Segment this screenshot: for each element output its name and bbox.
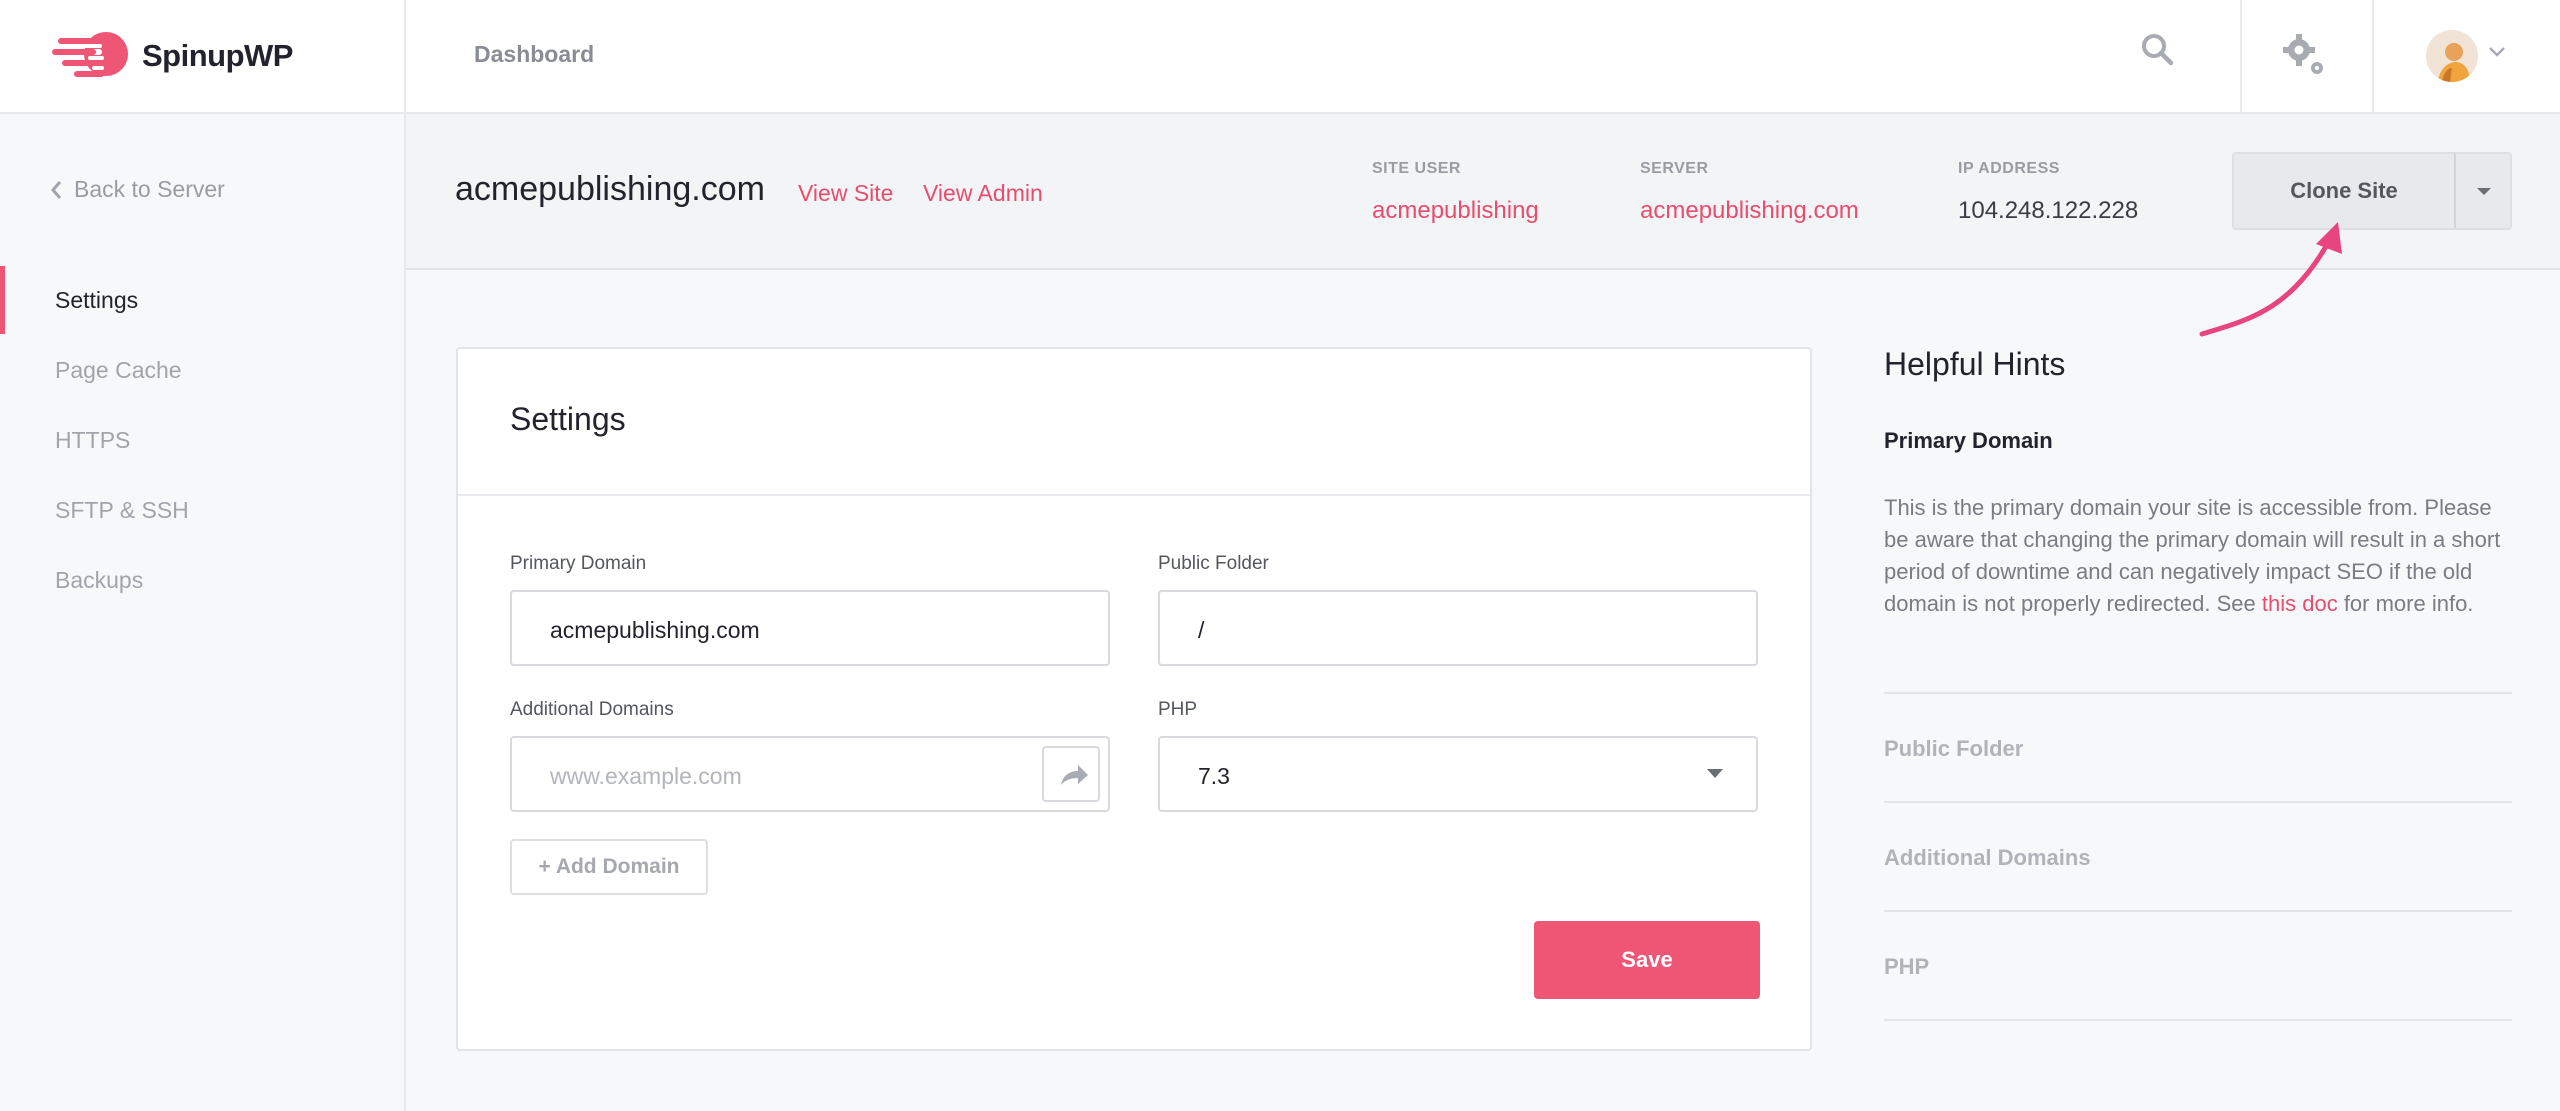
sidebar-item-https[interactable]: HTTPS — [0, 406, 404, 474]
hint-additional-domains[interactable]: Additional Domains — [1884, 845, 2091, 871]
site-title: acmepublishing.com — [455, 170, 765, 208]
save-button[interactable]: Save — [1534, 921, 1760, 999]
search-button[interactable] — [2140, 32, 2188, 80]
caret-down-icon — [2477, 188, 2491, 195]
helpful-hints-title: Helpful Hints — [1884, 346, 2066, 382]
view-admin-link[interactable]: View Admin — [923, 180, 1043, 207]
hint-php[interactable]: PHP — [1884, 954, 1929, 980]
chevron-left-icon — [51, 180, 62, 199]
hint-primary-domain-title[interactable]: Primary Domain — [1884, 428, 2053, 454]
divider — [458, 494, 1810, 496]
php-label: PHP — [1158, 699, 1198, 720]
spinupwp-logo-icon — [48, 32, 128, 77]
chevron-down-icon — [2489, 47, 2505, 57]
primary-domain-label: Primary Domain — [510, 553, 647, 574]
add-domain-submit-button[interactable] — [1042, 746, 1100, 802]
divider — [1884, 910, 2512, 912]
php-value: 7.3 — [1198, 763, 1230, 789]
public-folder-value: / — [1198, 617, 1205, 643]
divider — [1884, 1019, 2512, 1021]
ip-address-value: 104.248.122.228 — [1958, 197, 2139, 224]
view-site-link[interactable]: View Site — [798, 180, 893, 207]
hint-body-text-end: for more info. — [2337, 591, 2474, 616]
site-user-link[interactable]: acmepublishing — [1372, 197, 1539, 225]
back-to-server-link[interactable]: Back to Server — [50, 176, 225, 203]
sidebar-item-page-cache[interactable]: Page Cache — [0, 336, 404, 404]
divider — [1884, 692, 2512, 694]
additional-domains-label: Additional Domains — [510, 699, 674, 720]
sidebar-item-backups[interactable]: Backups — [0, 546, 404, 614]
php-select[interactable]: 7.3 — [1158, 736, 1758, 812]
gear-icon — [2283, 34, 2323, 74]
divider — [1884, 801, 2512, 803]
brand[interactable]: SpinupWP — [0, 0, 406, 114]
user-menu[interactable] — [2372, 0, 2560, 114]
additional-domains-placeholder: www.example.com — [550, 763, 742, 789]
clone-site-dropdown[interactable] — [2456, 154, 2512, 228]
public-folder-field[interactable]: / — [1158, 590, 1758, 666]
pointer-arrow-icon — [2199, 222, 2342, 337]
primary-domain-field[interactable]: acmepublishing.com — [510, 590, 1110, 666]
public-folder-label: Public Folder — [1158, 553, 1269, 574]
add-domain-button[interactable]: + Add Domain — [510, 839, 708, 895]
server-label: SERVER — [1640, 160, 1709, 177]
additional-domains-field[interactable]: www.example.com — [510, 736, 1110, 812]
back-label: Back to Server — [74, 176, 225, 202]
caret-down-icon — [1707, 769, 1723, 778]
brand-name: SpinupWP — [142, 38, 293, 73]
ip-address-label: IP ADDRESS — [1958, 160, 2060, 177]
hint-primary-domain-body: This is the primary domain your site is … — [1884, 492, 2514, 620]
sidebar-item-sftp-ssh[interactable]: SFTP & SSH — [0, 476, 404, 544]
settings-button[interactable] — [2240, 0, 2372, 114]
nav-dashboard[interactable]: Dashboard — [474, 41, 594, 68]
hint-public-folder[interactable]: Public Folder — [1884, 736, 2023, 762]
primary-domain-value: acmepublishing.com — [550, 617, 760, 643]
server-link[interactable]: acmepublishing.com — [1640, 197, 1859, 225]
settings-title: Settings — [510, 401, 626, 437]
top-bar: SpinupWP Dashboard — [0, 0, 2560, 114]
sidebar-item-settings[interactable]: Settings — [0, 266, 404, 334]
settings-card: Settings Primary Domain acmepublishing.c… — [456, 347, 1812, 1051]
site-user-label: SITE USER — [1372, 160, 1461, 177]
search-icon — [2142, 34, 2174, 66]
this-doc-link[interactable]: this doc — [2262, 591, 2338, 616]
share-arrow-icon — [1061, 765, 1088, 785]
avatar — [2426, 30, 2478, 82]
